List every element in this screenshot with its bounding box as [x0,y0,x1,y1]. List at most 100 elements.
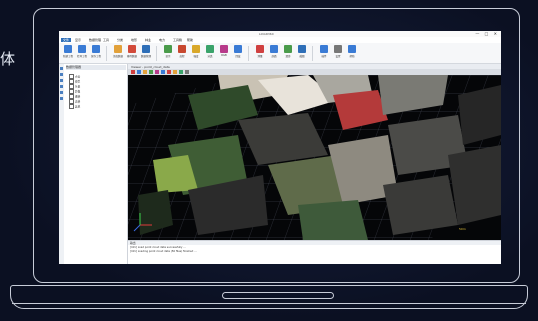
ribbon-button[interactable]: 截图 [296,45,308,62]
layer-icon[interactable] [60,85,63,88]
ribbon-button-label: 漫游 [285,55,291,58]
ribbon-button[interactable]: 显示 [162,45,174,62]
menu-item[interactable]: 帮助 [187,38,193,42]
ribbon-button[interactable]: 保存工程 [90,45,102,62]
laptop-base-edge [12,303,526,304]
ribbon-button[interactable]: 打开工程 [76,45,88,62]
tool-icon [114,45,122,53]
menu-item[interactable]: 地形 [131,38,137,42]
viewport-tool-icon[interactable] [143,70,147,74]
filter-icon[interactable] [60,73,63,76]
tool-icon [270,45,278,53]
viewport-tool-icon[interactable] [185,70,189,74]
laptop-notch [222,292,334,299]
ribbon-button-label: 设置 [335,55,341,58]
ribbon-button-label: 显示 [165,55,171,58]
console-header: 输出 [128,241,501,245]
ribbon-button[interactable]: 添加数据 [112,45,124,62]
tool-icon [298,45,306,53]
tool-icon [64,45,72,53]
ribbon-separator [106,46,107,61]
tool-icon [142,45,150,53]
ribbon-button-label: 保存工程 [90,55,101,58]
ribbon-separator [156,46,157,61]
ribbon-button[interactable]: 回波 [232,45,244,62]
ribbon-button-label: 截图 [299,55,305,58]
ribbon-separator [248,46,249,61]
tool-icon [206,45,214,53]
viewport-tool-icon[interactable] [131,70,135,74]
ribbon-button[interactable]: 移除数据 [126,45,138,62]
app-window: LiDAR360 — □ ✕ 文件 显示 数据管理 工具 分类 地形 林业 电力 工具箱 帮助 新… [59,31,501,264]
ribbon-button-label: 帮助 [349,55,355,58]
menu-item[interactable]: 文件 [61,38,72,42]
tool-icon [78,45,86,53]
tool-icon [334,45,342,53]
tool-icon [284,45,292,53]
menu-item[interactable]: 工具 [103,38,109,42]
data-manager-panel: 数据管理器 点云 模型 矢量 影像 栅格 表格 其他 [59,64,128,264]
ribbon-button[interactable]: 剖面 [268,45,280,62]
ribbon-button-label: 插件 [321,55,327,58]
ribbon-button-label: 新建工程 [62,55,73,58]
viewport-tool-icon[interactable] [173,70,177,74]
building-roof [458,85,501,145]
ribbon-button-label: 打开工程 [76,55,87,58]
tool-icon [256,45,264,53]
tool-icon [320,45,328,53]
ribbon-button-label: 回波 [235,55,241,58]
menu-item[interactable]: 工具箱 [173,38,182,42]
ribbon-button[interactable]: RGB [218,45,230,62]
viewport-tool-icon[interactable] [161,70,165,74]
ribbon-button[interactable]: 插件 [318,45,330,62]
menu-item[interactable]: 分类 [117,38,123,42]
console-line: [Info] Load point cloud data successfull… [130,246,186,249]
window-controls[interactable]: — □ ✕ [475,31,499,36]
window-title: LiDAR360 [259,32,274,36]
ribbon-button[interactable]: 数据管理 [140,45,152,62]
tool-icon [164,45,172,53]
layer-icon[interactable] [60,67,63,70]
tool-icon [178,45,186,53]
ribbon-button[interactable]: 高程 [176,45,188,62]
menu-item[interactable]: 电力 [159,38,165,42]
ribbon-button-label: 高程 [179,55,185,58]
viewport-tool-icon[interactable] [155,70,159,74]
viewport-tool-icon[interactable] [179,70,183,74]
ribbon-button[interactable]: 新建工程 [62,45,74,62]
building-roof [383,175,458,235]
tool-icon [348,45,356,53]
output-console: 输出 [Info] Load point cloud data successf… [128,240,501,264]
ribbon-button-label: 强度 [193,55,199,58]
info-icon[interactable] [60,97,63,100]
menu-item[interactable]: 显示 [75,38,81,42]
ribbon-toolbar: 新建工程 打开工程 保存工程 添加数据 移除数据 数据管理 显示 高程 强度 分类 RGB 回波 测量 剖… [59,43,501,64]
tool-icon [128,45,136,53]
ribbon-button[interactable]: 漫游 [282,45,294,62]
ribbon-button-label: 分类 [207,55,213,58]
cropped-heading-char: 体 [0,50,16,68]
ribbon-button[interactable]: 测量 [254,45,266,62]
viewport-tool-icon[interactable] [149,70,153,74]
tool-icon [192,45,200,53]
ribbon-button-label: 数据管理 [140,55,151,58]
point-cloud-scene[interactable] [128,75,501,240]
scale-label: 50m [459,227,466,231]
menu-item[interactable]: 数据管理 [89,38,101,42]
layer-tree-item[interactable]: 其他 [69,104,80,109]
trees [298,200,368,240]
tree-icon[interactable] [60,79,63,82]
3d-viewport[interactable]: Viewer - point_cloud_data [128,64,501,240]
ribbon-button[interactable]: 分类 [204,45,216,62]
tool-icon [234,45,242,53]
panel-header: 数据管理器 [66,65,126,70]
viewport-tool-icon[interactable] [137,70,141,74]
ribbon-button[interactable]: 帮助 [346,45,358,62]
ribbon-button-label: RGB [221,54,227,57]
ribbon-button[interactable]: 设置 [332,45,344,62]
ribbon-button[interactable]: 强度 [190,45,202,62]
panel-icon-strip [59,64,64,264]
viewport-tool-icon[interactable] [167,70,171,74]
list-icon[interactable] [60,91,63,94]
menu-item[interactable]: 林业 [145,38,151,42]
